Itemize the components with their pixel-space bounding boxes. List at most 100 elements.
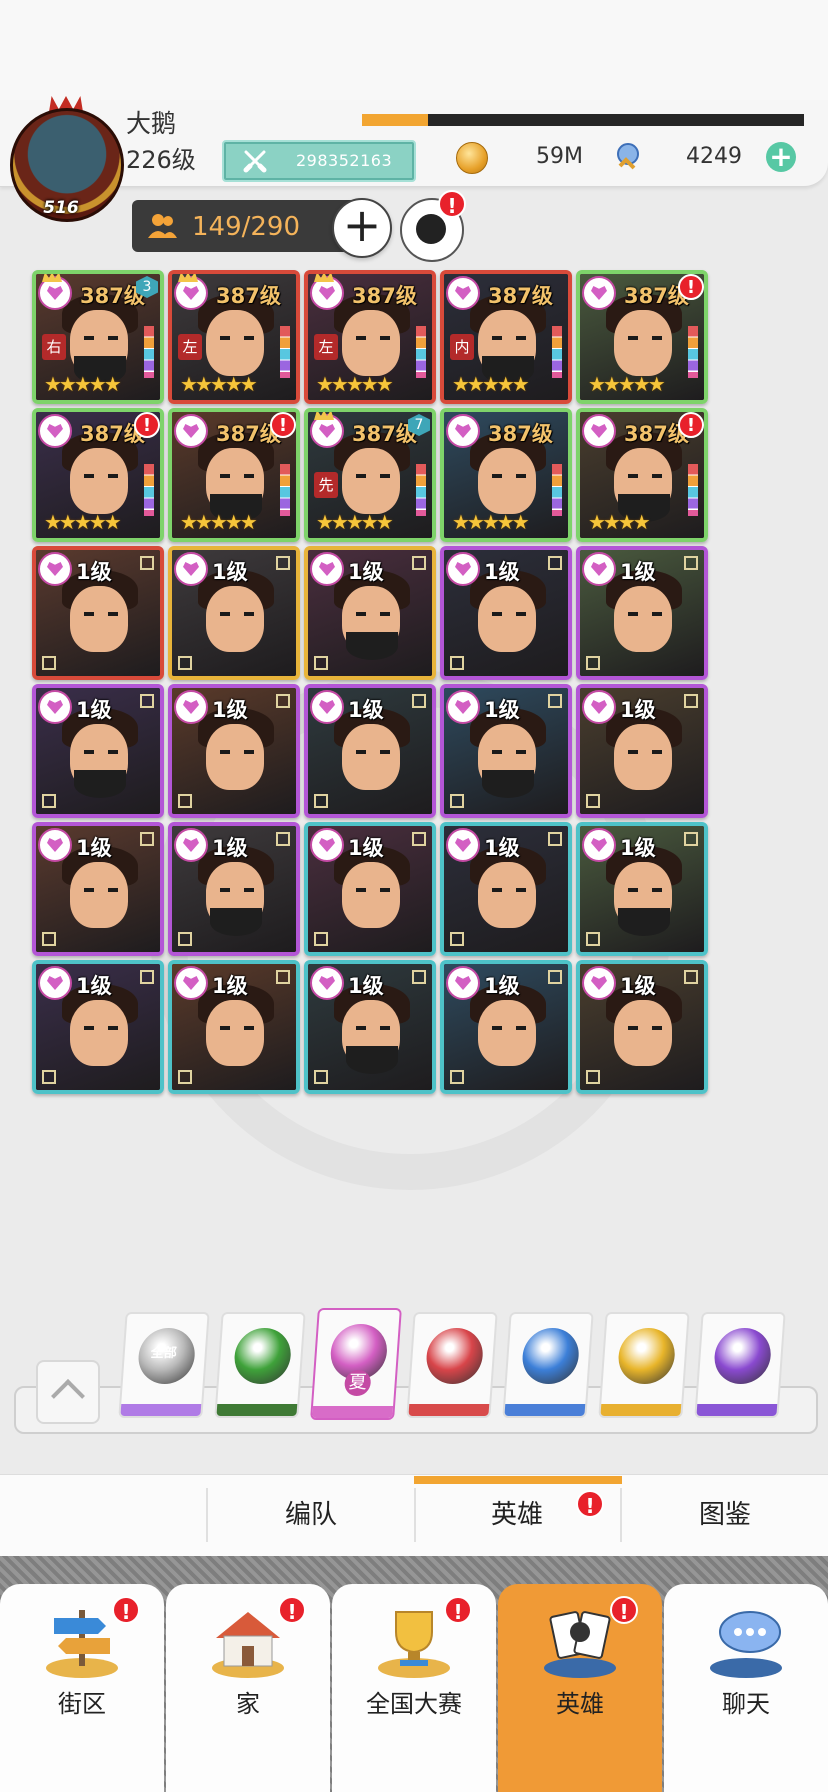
hero-face (206, 586, 264, 652)
hero-eye (108, 750, 118, 754)
hero-level: 1级 (484, 698, 520, 722)
hero-face (478, 862, 536, 928)
player-avatar[interactable]: 516 (4, 96, 124, 224)
hero-equipment-pips (688, 464, 698, 516)
add-gems-button[interactable]: + (766, 142, 796, 172)
hero-eye (356, 336, 366, 340)
tab-codex[interactable]: 图鉴 (622, 1474, 828, 1556)
hero-card[interactable]: 387级 ★★★★★ 先 7 (304, 408, 436, 542)
helper-button[interactable]: ! (400, 190, 466, 262)
hero-card[interactable]: 387级 ★★★★★! (576, 270, 708, 404)
hero-card[interactable]: 1级 (168, 822, 300, 956)
faction-blue-icon (520, 1328, 581, 1384)
nav-item-house[interactable]: 家! (166, 1584, 330, 1792)
hero-level: 387级 (80, 284, 145, 308)
hero-level: 1级 (348, 974, 384, 998)
hero-card[interactable]: 1级 (168, 546, 300, 680)
expand-capacity-button[interactable]: + (332, 198, 392, 258)
gem-value: 4249 (686, 144, 742, 169)
hero-card[interactable]: 387级 ★★★★★! (32, 408, 164, 542)
faction-tab-green[interactable] (214, 1312, 306, 1418)
nav-item-signpost[interactable]: 街区! (0, 1584, 164, 1792)
faction-tab-violet[interactable] (694, 1312, 786, 1418)
helper-face-icon (416, 214, 446, 244)
hero-card[interactable]: 1级 (576, 684, 708, 818)
hero-stars: ★★★★★ (44, 372, 122, 396)
hero-card[interactable]: 1级 (168, 960, 300, 1094)
hero-level: 1级 (484, 836, 520, 860)
hero-card[interactable]: 387级 ★★★★★! (168, 408, 300, 542)
faction-tab-all[interactable]: 全部 (118, 1312, 210, 1418)
nav-item-chat-bubbles[interactable]: 聊天 (664, 1584, 828, 1792)
hero-alert-badge: ! (270, 412, 296, 438)
hero-card[interactable]: 1级 (440, 684, 572, 818)
xp-progress-fill (362, 114, 429, 126)
hero-eye (220, 1026, 230, 1030)
hero-face (478, 448, 536, 514)
hero-card[interactable]: 1级 (32, 684, 164, 818)
hero-card[interactable]: 1级 (304, 684, 436, 818)
xp-progress-bar (362, 114, 804, 126)
nav-item-trophy[interactable]: 全国大赛! (332, 1584, 496, 1792)
hero-eye (84, 336, 94, 340)
hero-eye (84, 888, 94, 892)
hero-card[interactable]: 387级 ★★★★! (576, 408, 708, 542)
hero-card[interactable]: 1级 (576, 546, 708, 680)
hero-card[interactable]: 1级 (304, 822, 436, 956)
hero-card[interactable]: 1级 (304, 960, 436, 1094)
hero-eye (516, 888, 526, 892)
hero-card[interactable]: 1级 (440, 822, 572, 956)
hero-card[interactable]: 1级 (304, 546, 436, 680)
hero-card[interactable]: 1级 (576, 960, 708, 1094)
corner-ornament-icon (412, 694, 426, 708)
corner-ornament-icon (276, 694, 290, 708)
heart-faction-icon (582, 276, 616, 310)
hero-card[interactable]: 387级 ★★★★★ 左 (304, 270, 436, 404)
crown-icon (314, 274, 334, 282)
hero-card[interactable]: 387级 ★★★★★ (440, 408, 572, 542)
nav-item-hero-cards[interactable]: 英雄! (498, 1584, 662, 1792)
hero-card[interactable]: 1级 (32, 822, 164, 956)
faction-tab-blue[interactable] (502, 1312, 594, 1418)
faction-tab-red[interactable] (406, 1312, 498, 1418)
hero-card[interactable]: 1级 (168, 684, 300, 818)
hero-level: 1级 (620, 698, 656, 722)
hero-card[interactable]: 1级 (32, 960, 164, 1094)
hero-card[interactable]: 387级 ★★★★★ 右 3 (32, 270, 164, 404)
hero-eye (628, 888, 638, 892)
combat-power[interactable]: 298352163 (222, 140, 416, 182)
corner-ornament-icon (684, 694, 698, 708)
hero-card[interactable]: 1级 (440, 960, 572, 1094)
corner-ornament-icon (450, 1070, 464, 1084)
heart-faction-icon (446, 828, 480, 862)
hero-face (342, 310, 400, 376)
collapse-button[interactable] (36, 1360, 100, 1424)
faction-tab-pink[interactable]: 夏 (310, 1308, 402, 1420)
hero-card[interactable]: 1级 (440, 546, 572, 680)
heart-faction-icon (310, 690, 344, 724)
hero-eye (492, 1026, 502, 1030)
hero-level: 1级 (76, 836, 112, 860)
nav-item-label: 家 (236, 1690, 260, 1718)
player-level: 226级 (126, 146, 196, 174)
faction-tab-gold[interactable] (598, 1312, 690, 1418)
corner-ornament-icon (314, 656, 328, 670)
hero-face (70, 448, 128, 514)
corner-ornament-icon (178, 794, 192, 808)
hero-eye (84, 612, 94, 616)
faction-color-bar (408, 1404, 490, 1416)
hero-level: 1级 (620, 836, 656, 860)
hero-card[interactable]: 1级 (32, 546, 164, 680)
hero-card[interactable]: 1级 (576, 822, 708, 956)
tab-formation[interactable]: 编队 (208, 1474, 414, 1556)
corner-ornament-icon (684, 832, 698, 846)
signpost-icon (40, 1602, 124, 1680)
hero-card[interactable]: 387级 ★★★★★ 左 (168, 270, 300, 404)
hero-beard (346, 632, 398, 660)
corner-ornament-icon (178, 1070, 192, 1084)
hero-card[interactable]: 387级 ★★★★★ 内 (440, 270, 572, 404)
crown-icon (314, 412, 334, 420)
corner-ornament-icon (548, 832, 562, 846)
hero-level: 1级 (484, 974, 520, 998)
heart-faction-icon (174, 690, 208, 724)
